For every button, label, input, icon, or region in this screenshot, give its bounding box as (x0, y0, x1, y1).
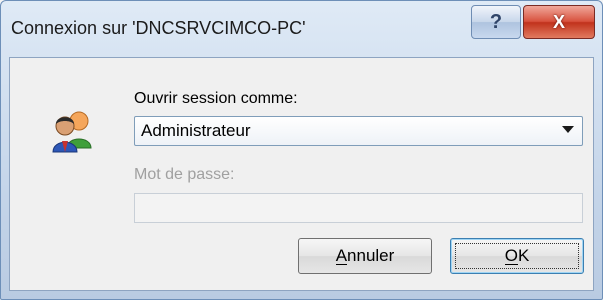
user-select[interactable]: Administrateur (134, 116, 583, 146)
cancel-mnemonic: A (335, 246, 348, 265)
user-label: Ouvrir session comme: (134, 90, 298, 107)
dialog-body: Ouvrir session comme: Administrateur Mot… (9, 57, 594, 291)
cancel-button[interactable]: Annuler (298, 238, 432, 274)
focus-rectangle (455, 243, 579, 269)
close-button[interactable]: X (523, 5, 595, 39)
users-icon (52, 111, 92, 153)
login-dialog: Connexion sur 'DNCSRVCIMCO-PC' ? X Ouvri… (0, 0, 603, 300)
help-icon: ? (489, 10, 503, 33)
password-label: Mot de passe: (134, 166, 235, 183)
chevron-down-icon[interactable] (562, 126, 574, 133)
user-select-value: Administrateur (141, 121, 251, 140)
close-icon: X (552, 11, 565, 32)
help-button[interactable]: ? (471, 5, 521, 39)
title-bar[interactable]: Connexion sur 'DNCSRVCIMCO-PC' ? X (1, 1, 602, 53)
ok-button[interactable]: OK (450, 238, 584, 274)
dialog-title: Connexion sur 'DNCSRVCIMCO-PC' (11, 18, 306, 38)
cancel-label: nnuler (347, 246, 395, 265)
password-field[interactable] (134, 193, 583, 223)
